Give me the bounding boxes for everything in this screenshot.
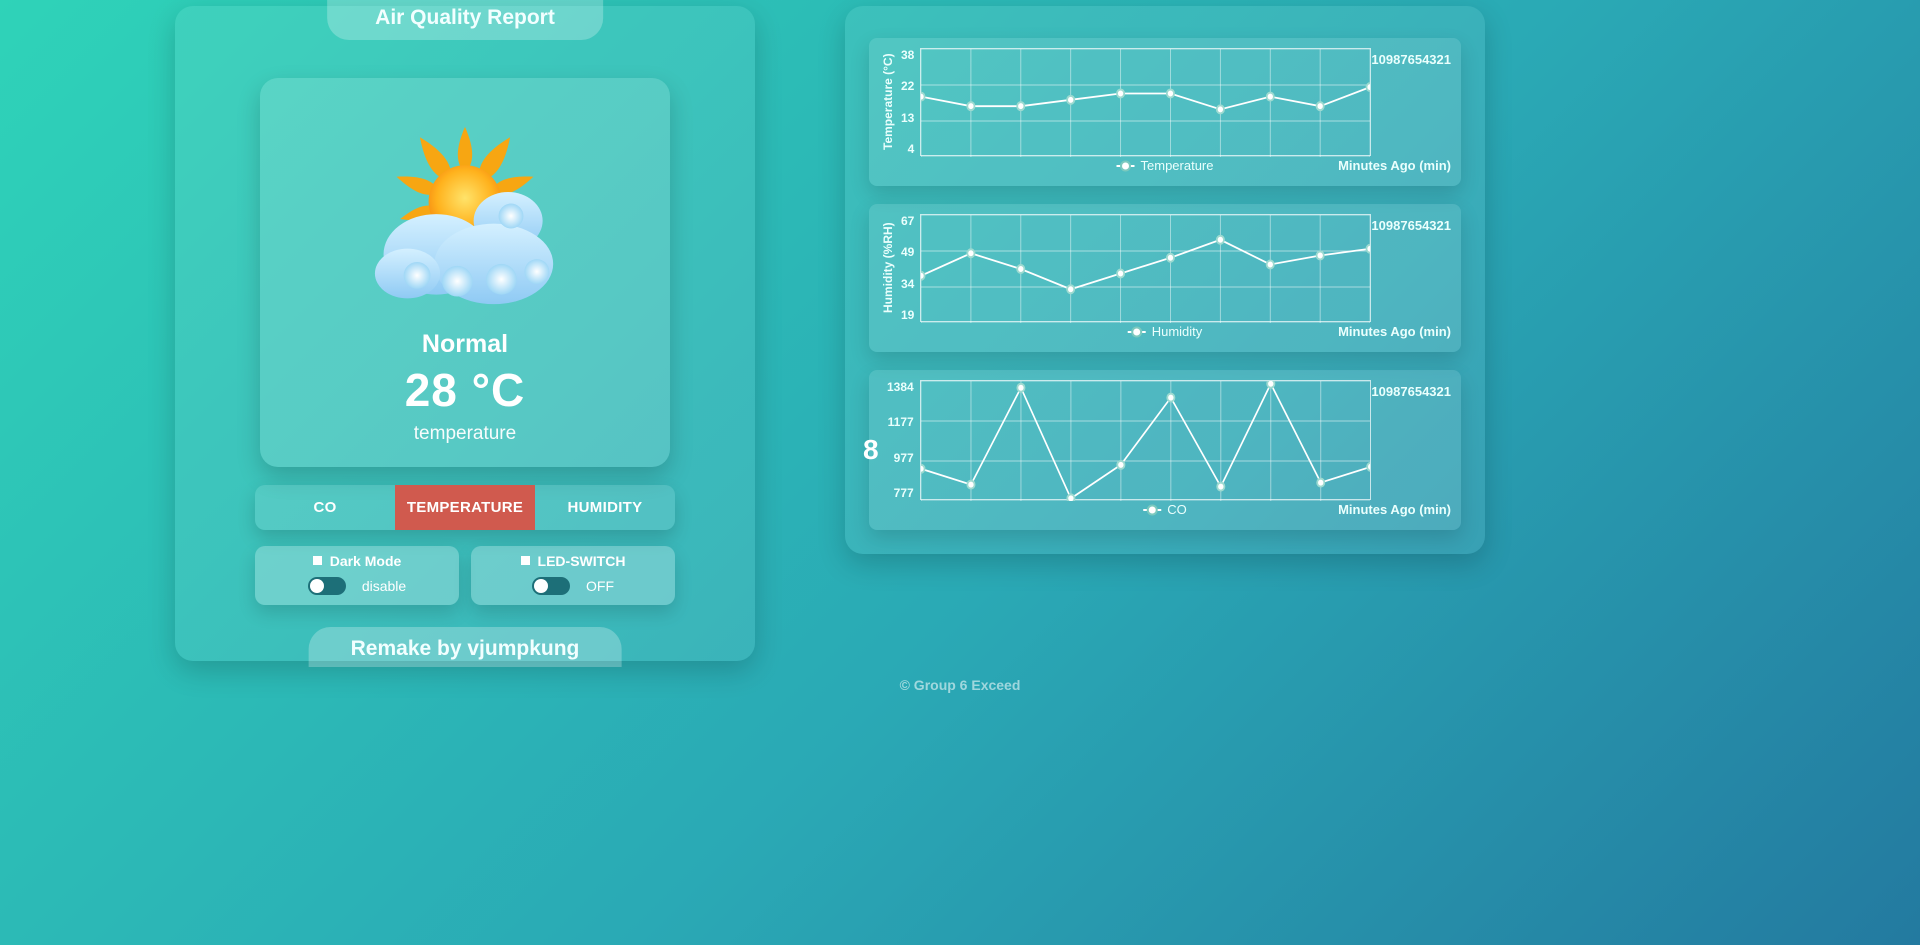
legend-label: Humidity — [1152, 324, 1203, 339]
charts-panel: Temperature (°C) 3822134 10987654321 Tem… — [845, 6, 1485, 554]
footer-tab: Remake by vjumpkung — [309, 627, 622, 667]
y-axis-label: Temperature (°C) — [879, 48, 897, 156]
page-footer: © Group 6 Exceed — [175, 677, 1745, 693]
humidity-chart: Humidity (%RH) 67493419 10987654321 Humi… — [869, 204, 1461, 352]
metric-segment: CO TEMPERATURE HUMIDITY — [255, 485, 675, 530]
legend-marker-icon — [1143, 509, 1161, 511]
legend: Temperature — [1117, 158, 1214, 173]
temperature-chart: Temperature (°C) 3822134 10987654321 Tem… — [869, 38, 1461, 186]
metric-label: temperature — [270, 423, 660, 445]
x-ticks: 10987654321 — [1371, 48, 1451, 156]
y-ticks: 67493419 — [897, 214, 920, 322]
dark-mode-state: disable — [362, 578, 406, 594]
y-ticks: 13841177977777 — [883, 380, 920, 500]
plot-area — [920, 380, 1372, 500]
overlay-number: 8 — [863, 434, 879, 466]
legend-label: CO — [1167, 502, 1187, 517]
legend: Humidity — [1128, 324, 1203, 339]
legend-label: Temperature — [1141, 158, 1214, 173]
x-ticks: 10987654321 — [1371, 214, 1451, 322]
legend: CO — [1143, 502, 1187, 517]
dark-mode-title: Dark Mode — [330, 553, 402, 569]
segment-humidity[interactable]: HUMIDITY — [535, 485, 675, 530]
x-axis-label: Minutes Ago (min) — [1338, 158, 1451, 173]
led-switch[interactable] — [532, 577, 570, 595]
reading-value: 28 °C — [270, 363, 660, 417]
plot-area — [920, 214, 1371, 322]
square-icon — [313, 556, 322, 565]
y-axis-label: Humidity (%RH) — [879, 214, 897, 322]
square-icon — [521, 556, 530, 565]
segment-co[interactable]: CO — [255, 485, 395, 530]
led-switch-card: LED-SWITCH OFF — [471, 546, 675, 605]
legend-marker-icon — [1117, 165, 1135, 167]
led-switch-title: LED-SWITCH — [538, 553, 626, 569]
status-label: Normal — [270, 330, 660, 359]
page-title: Air Quality Report — [327, 0, 603, 40]
led-switch-state: OFF — [586, 578, 614, 594]
sun-cloud-icon — [350, 106, 580, 326]
dark-mode-card: Dark Mode disable — [255, 546, 459, 605]
x-axis-label: Minutes Ago (min) — [1338, 324, 1451, 339]
x-ticks: 10987654321 — [1371, 380, 1451, 500]
co-chart: 8 13841177977777 10987654321 CO Minutes … — [869, 370, 1461, 530]
summary-panel: Air Quality Report — [175, 6, 755, 661]
dark-mode-switch[interactable] — [308, 577, 346, 595]
y-ticks: 3822134 — [897, 48, 920, 156]
legend-marker-icon — [1128, 331, 1146, 333]
current-reading-card: Normal 28 °C temperature — [260, 78, 670, 467]
segment-temperature[interactable]: TEMPERATURE — [395, 485, 535, 530]
x-axis-label: Minutes Ago (min) — [1338, 502, 1451, 517]
plot-area — [920, 48, 1371, 156]
y-axis-label — [879, 380, 883, 500]
